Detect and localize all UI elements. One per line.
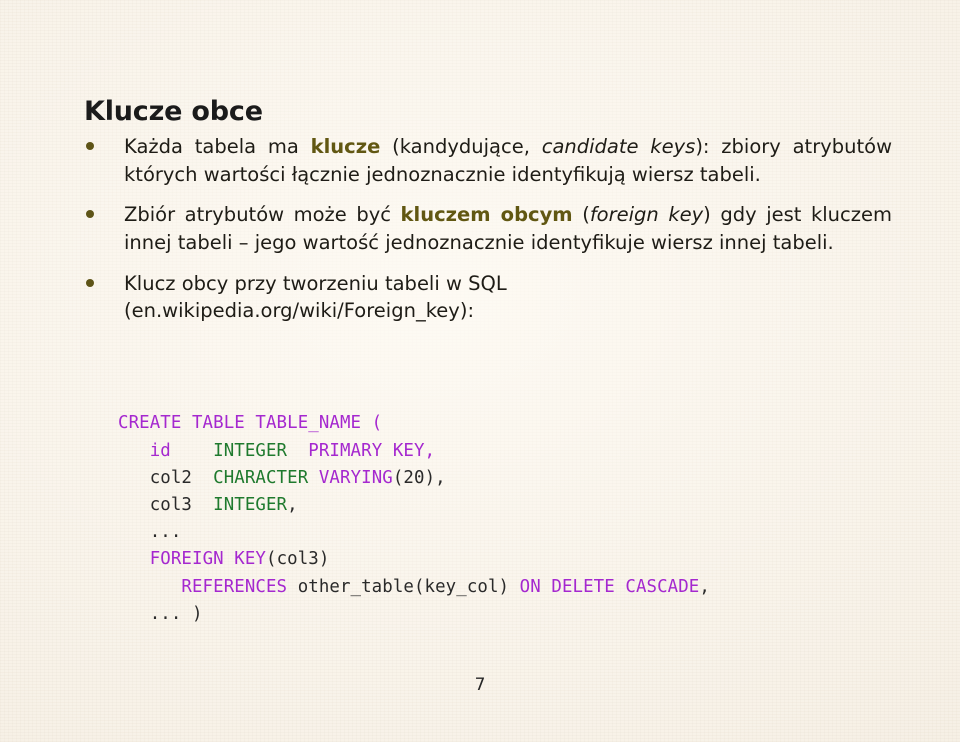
- sql-keyword: ON DELETE CASCADE: [519, 576, 700, 597]
- text-run: Każda tabela ma: [124, 135, 311, 158]
- sql-code-block: CREATE TABLE TABLE_NAME ( id INTEGER PRI…: [118, 410, 710, 628]
- italic-term: foreign key: [589, 203, 704, 227]
- text-run: (kandydujące,: [380, 135, 542, 158]
- bullet-dot-icon: [86, 142, 94, 150]
- sql-keyword: CREATE TABLE TABLE_NAME (: [118, 413, 383, 434]
- list-item: Każda tabela ma klucze (kandydujące, can…: [80, 133, 892, 188]
- sql-type: CHARACTER: [213, 467, 309, 488]
- bullet-text-sql-reference: Klucz obcy przy tworzeniu tabeli w SQL (e…: [124, 270, 892, 325]
- sql-type: INTEGER: [213, 440, 288, 461]
- code-line: FOREIGN KEY(col3): [118, 549, 330, 570]
- italic-term: candidate keys: [541, 135, 696, 158]
- bullet-list: Każda tabela ma klucze (kandydujące, can…: [80, 133, 892, 325]
- code-line: id INTEGER PRIMARY KEY,: [118, 441, 435, 461]
- sql-keyword: REFERENCES: [181, 576, 288, 597]
- code-text: ... ): [118, 603, 203, 624]
- code-line: ...: [118, 522, 182, 543]
- presentation-slide: Klucze obce Każda tabela ma klucze (kand…: [0, 0, 960, 742]
- bullet-dot-icon: [86, 210, 94, 219]
- code-line: col3 INTEGER,: [118, 495, 298, 515]
- list-item: Klucz obcy przy tworzeniu tabeli w SQL (e…: [80, 270, 892, 325]
- sql-keyword: PRIMARY KEY,: [308, 440, 436, 461]
- slide-title: Klucze obce: [84, 96, 263, 128]
- code-line: CREATE TABLE TABLE_NAME (: [118, 413, 382, 433]
- emphasized-term: kluczem obcym: [400, 203, 573, 227]
- code-line: REFERENCES other_table(key_col) ON DELET…: [118, 577, 710, 597]
- code-line: col2 CHARACTER VARYING(20),: [118, 468, 446, 488]
- bullet-text-keys: Każda tabela ma klucze (kandydujące, can…: [124, 133, 892, 188]
- code-text: ,: [699, 576, 710, 597]
- sql-keyword: FOREIGN KEY: [149, 549, 266, 570]
- sql-keyword: VARYING: [318, 467, 393, 488]
- text-run: Zbiór atrybutów może być: [124, 203, 401, 227]
- list-item: Zbiór atrybutów może być kluczem obcym (…: [80, 201, 892, 256]
- emphasized-term: klucze: [310, 135, 381, 158]
- text-run: (en.wikipedia.org/wiki/Foreign_key):: [124, 299, 475, 323]
- code-text: (col3): [266, 549, 330, 570]
- page-number: 7: [474, 675, 486, 695]
- text-run: Klucz obcy przy tworzeniu tabeli w SQL: [124, 271, 507, 295]
- code-text: col2: [118, 467, 214, 488]
- code-line: ... ): [118, 604, 203, 624]
- text-run: (: [572, 203, 590, 227]
- code-text: ,: [287, 495, 298, 515]
- sql-type: INTEGER: [213, 495, 288, 515]
- code-text: col3: [118, 495, 214, 515]
- code-text: other_table(key_col): [287, 576, 520, 597]
- bullet-dot-icon: [86, 278, 94, 287]
- code-text: (20),: [392, 467, 446, 488]
- bullet-text-foreign-key: Zbiór atrybutów może być kluczem obcym (…: [124, 201, 892, 256]
- code-text: ...: [118, 522, 182, 543]
- sql-keyword: id: [149, 440, 171, 461]
